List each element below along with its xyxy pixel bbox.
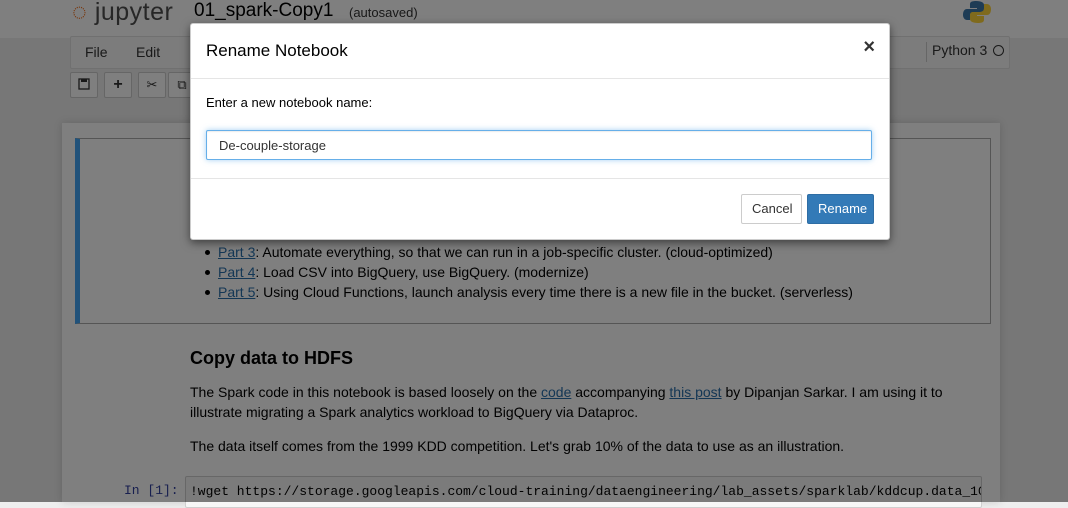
modal-header: Rename Notebook ×	[191, 24, 889, 79]
rename-button[interactable]: Rename	[807, 194, 874, 224]
modal-footer: Cancel Rename	[191, 178, 889, 240]
close-icon[interactable]: ×	[863, 36, 875, 59]
notebook-name-input[interactable]	[206, 130, 872, 160]
cancel-button[interactable]: Cancel	[741, 194, 802, 224]
modal-body: Enter a new notebook name:	[191, 79, 889, 178]
rename-notebook-dialog: Rename Notebook × Enter a new notebook n…	[190, 23, 890, 240]
modal-title: Rename Notebook	[206, 41, 348, 60]
notebook-name-label: Enter a new notebook name:	[206, 95, 373, 110]
